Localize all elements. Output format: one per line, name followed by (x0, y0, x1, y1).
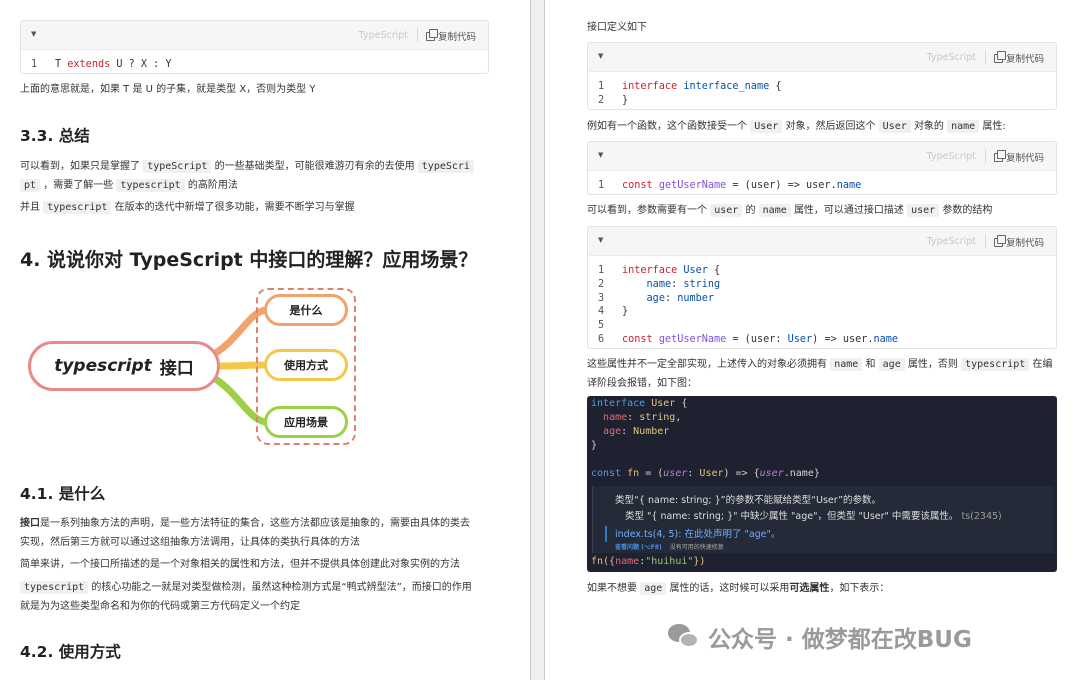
code-block-user-interface: ▼ TypeScript 复制代码 1 interface User { 2 na… (587, 226, 1057, 349)
code-line: 1 interface interface_name { (598, 81, 782, 92)
code-block-header: ▼ TypeScript 复制代码 (21, 21, 488, 50)
copy-icon (993, 234, 1006, 247)
code-line: 3 age: number (598, 292, 715, 304)
collapse-triangle-icon[interactable]: ▼ (31, 30, 36, 38)
code-text: U ? X : Y (110, 59, 172, 70)
inline-code: typescript (43, 201, 112, 214)
code-language-label: TypeScript (358, 30, 408, 41)
paragraph: 接口定义如下 (587, 22, 647, 33)
wechat-icon (668, 624, 700, 650)
code-line: 1 interface User { (598, 265, 721, 276)
inline-code: typeScript (143, 160, 212, 173)
code-line: } (591, 440, 598, 451)
inline-code: typescript (20, 581, 89, 594)
info-marker (605, 526, 607, 542)
line-number: 1 (31, 59, 38, 70)
code-line: age: Number (603, 426, 670, 437)
code-block-interface-def: ▼ TypeScript 复制代码 1 interface interface_n… (587, 42, 1057, 110)
copy-icon (993, 50, 1006, 63)
inline-code: typescript (116, 179, 185, 192)
inline-code: pt (20, 179, 41, 192)
section-heading-4-1: 4.1. 是什么 (20, 485, 106, 503)
mind-map-node-what: 是什么 (264, 294, 348, 326)
view-problem-link[interactable]: 查看问题 (⌥F8) 没有可用的快速修复 (615, 542, 724, 551)
paragraph-summary: 可以看到，如果只是掌握了 typeScript 的一些基础类型，可能很难游刃有余… (20, 157, 490, 195)
copy-label: 复制代码 (437, 32, 476, 43)
paragraph-core-feature: typescript 的核心功能之一就是对类型做检测，虽然这种检测方式是“鸭式辨… (20, 581, 472, 612)
bold-term: 接口 (20, 518, 40, 529)
collapse-triangle-icon[interactable]: ▼ (598, 236, 603, 244)
code-text: T (55, 59, 68, 70)
code-keyword: extends (67, 59, 111, 70)
error-tooltip: 类型“{ name: string; }”的参数不能赋给类型“User”的参数。… (592, 486, 1054, 553)
code-block-header: ▼ TypeScript 复制代码 (588, 227, 1056, 256)
copy-code-button[interactable]: 复制代码 (993, 149, 1044, 164)
code-line: const fn = (user: User) => {user.name} (591, 468, 820, 479)
mind-map-diagram: typescript 接口 是什么 使用方式 应用场景 (24, 284, 364, 450)
mind-map-node-usage: 使用方式 (264, 349, 348, 381)
paragraph: 如果不想要 age 属性的话，这时候可以采用可选属性，如下表示： (587, 582, 890, 595)
code-line: 4} (598, 306, 629, 318)
header-separator (417, 28, 418, 42)
error-message: 类型 "{ name: string; }" 中缺少属性 "age"，但类型 "… (625, 511, 1002, 522)
section-heading-4-2: 4.2. 使用方式 (20, 643, 121, 661)
mind-map-node-scenarios: 应用场景 (264, 406, 348, 438)
mind-map-root: typescript 接口 (28, 341, 220, 391)
code-line: 2} (598, 94, 629, 106)
code-language-label: TypeScript (926, 151, 976, 162)
paragraph: 简单来讲，一个接口所描述的是一个对象相关的属性和方法，但并不提供具体创建此对象实… (20, 559, 460, 570)
code-line: 1 const getUserName = (user) => user.name (598, 180, 862, 191)
copy-icon (425, 28, 438, 41)
copy-icon (993, 149, 1006, 162)
copy-code-button[interactable]: 复制代码 (993, 234, 1044, 249)
paragraph-interface-def: 接口是一系列抽象方法的声明，是一些方法特征的集合，这些方法都应该是抽象的，需要由… (20, 518, 470, 548)
left-page: ▼ TypeScript 复制代码 1 T extends U ? X : Y … (0, 0, 530, 680)
copy-code-button[interactable]: 复制代码 (425, 28, 476, 43)
paragraph: 上面的意思就是，如果 T 是 U 的子集，就是类型 X，否则为类型 Y (20, 84, 316, 95)
error-screenshot: interface User { name: string, age: Numb… (587, 396, 1057, 572)
code-block-conditional-type: ▼ TypeScript 复制代码 1 T extends U ? X : Y (20, 20, 489, 74)
inline-code: typeScri (417, 160, 474, 173)
right-page: 接口定义如下 ▼ TypeScript 复制代码 1 interface inte… (545, 0, 1080, 680)
code-line: fn({name:"huihui"}) (591, 556, 706, 567)
error-related-info[interactable]: index.ts(4, 5): 在此处声明了 "age"。 (615, 526, 780, 540)
collapse-triangle-icon[interactable]: ▼ (598, 151, 603, 159)
code-line: 5 (598, 320, 605, 332)
code-language-label: TypeScript (926, 236, 976, 247)
paragraph: 这些属性并不一定全部实现，上述传入的对象必须拥有 name 和 age 属性，否… (587, 358, 1053, 389)
error-message: 类型“{ name: string; }”的参数不能赋给类型“User”的参数。 (615, 495, 882, 506)
paragraph: 并且 typescript 在版本的迭代中新增了很多功能，需要不断学习与掌握 (20, 201, 355, 214)
section-heading-4: 4. 说说你对 TypeScript 中接口的理解？应用场景？ (20, 249, 478, 271)
collapse-triangle-icon[interactable]: ▼ (598, 52, 603, 60)
code-block-header: ▼ TypeScript 复制代码 (588, 142, 1056, 171)
code-language-label: TypeScript (926, 52, 976, 63)
code-line: name: string, (603, 412, 682, 423)
page-divider (530, 0, 545, 680)
code-line: 1 T extends U ? X : Y (21, 58, 488, 72)
code-line: 6 const getUserName = (user: User) => use… (598, 333, 899, 345)
copy-code-button[interactable]: 复制代码 (993, 50, 1044, 65)
paragraph: 例如有一个函数，这个函数接受一个 User 对象，然后返回这个 User 对象的… (587, 120, 1006, 133)
paragraph: 可以看到，参数需要有一个 user 的 name 属性，可以通过接口描述 use… (587, 204, 993, 217)
code-line: interface User { (591, 398, 688, 409)
section-heading-3-3: 3.3. 总结 (20, 127, 90, 145)
code-line: 2 name: string (598, 278, 721, 290)
code-block-get-user-name: ▼ TypeScript 复制代码 1 const getUserName = (… (587, 141, 1057, 195)
code-block-header: ▼ TypeScript 复制代码 (588, 43, 1056, 72)
watermark: 公众号 · 做梦都在改BUG (668, 620, 972, 654)
